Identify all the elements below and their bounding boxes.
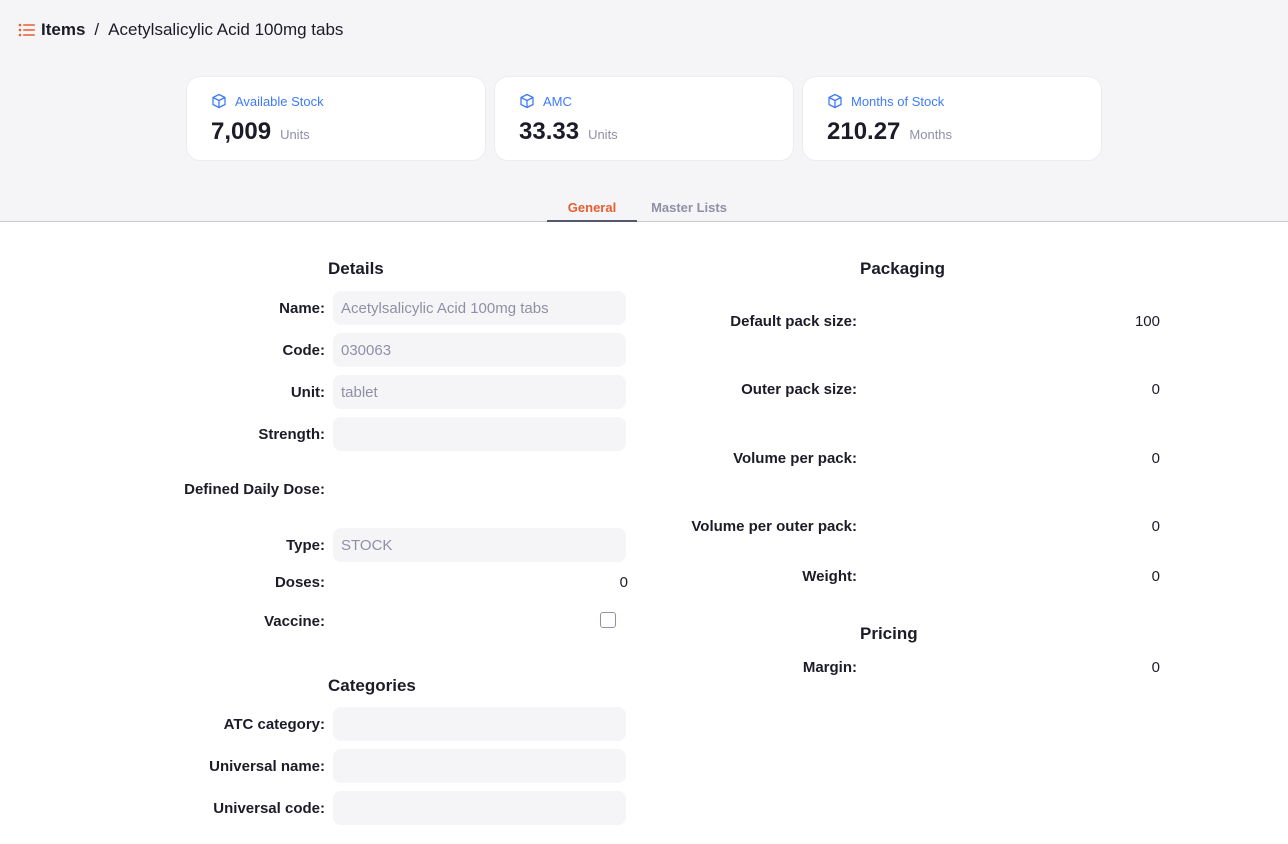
- volume-per-pack-label: Volume per pack:: [733, 450, 857, 467]
- tab-master-lists[interactable]: Master Lists: [637, 190, 741, 222]
- name-field[interactable]: [333, 291, 626, 325]
- atc-category-label: ATC category:: [223, 716, 325, 733]
- volume-per-outer-pack-value: 0: [1151, 518, 1160, 535]
- breadcrumb-current: Acetylsalicylic Acid 100mg tabs: [108, 20, 344, 39]
- stat-value: 7,009: [211, 118, 272, 145]
- stat-label: Available Stock: [235, 93, 324, 109]
- margin-label: Margin:: [802, 659, 857, 676]
- vaccine-checkbox[interactable]: [600, 612, 616, 628]
- strength-label: Strength:: [258, 426, 325, 443]
- vaccine-label: Vaccine:: [264, 613, 325, 630]
- breadcrumb-items-link[interactable]: Items: [41, 20, 85, 40]
- unit-field[interactable]: [333, 375, 626, 409]
- header-area: Items / Acetylsalicylic Acid 100mg tabs …: [0, 0, 1288, 222]
- box-icon: [212, 93, 226, 109]
- outer-pack-size-value: 0: [1151, 381, 1160, 398]
- stat-unit: Units: [588, 127, 618, 142]
- unit-label: Unit:: [290, 384, 325, 401]
- doses-label: Doses:: [274, 574, 325, 591]
- tab-bar: General Master Lists: [547, 190, 741, 222]
- tab-general[interactable]: General: [547, 190, 637, 222]
- universal-name-field[interactable]: [333, 749, 626, 783]
- default-pack-size-value: 100: [1134, 313, 1160, 330]
- stat-card-amc: AMC 33.33 Units: [494, 76, 794, 161]
- strength-field[interactable]: [333, 417, 626, 451]
- outer-pack-size-label: Outer pack size:: [741, 381, 857, 398]
- universal-code-field[interactable]: [333, 791, 626, 825]
- stat-card-available-stock: Available Stock 7,009 Units: [186, 76, 486, 161]
- details-title: Details: [328, 259, 384, 278]
- doses-value: 0: [619, 574, 628, 591]
- stat-card-months-of-stock: Months of Stock 210.27 Months: [802, 76, 1102, 161]
- type-label: Type:: [286, 537, 325, 554]
- weight-label: Weight:: [802, 568, 857, 585]
- name-label: Name:: [279, 300, 325, 317]
- stat-unit: Units: [280, 127, 310, 142]
- volume-per-outer-pack-label: Volume per outer pack:: [691, 518, 857, 535]
- categories-title: Categories: [328, 676, 416, 695]
- default-pack-size-label: Default pack size:: [730, 313, 857, 330]
- atc-category-field[interactable]: [333, 707, 626, 741]
- breadcrumb-separator: /: [94, 20, 100, 39]
- stat-unit: Months: [909, 127, 953, 142]
- list-menu-icon[interactable]: [17, 20, 37, 40]
- code-field[interactable]: [333, 333, 626, 367]
- breadcrumb: Items / Acetylsalicylic Acid 100mg tabs: [17, 18, 343, 42]
- weight-value: 0: [1151, 568, 1160, 585]
- code-label: Code:: [282, 342, 326, 359]
- volume-per-pack-value: 0: [1151, 450, 1160, 467]
- box-icon: [828, 93, 842, 109]
- margin-value: 0: [1151, 659, 1160, 676]
- type-field[interactable]: [333, 528, 626, 562]
- stats-cards: Available Stock 7,009 Units AMC 33.33 Un…: [186, 76, 1110, 161]
- packaging-title: Packaging: [860, 259, 946, 278]
- ddd-label: Defined Daily Dose:: [184, 481, 325, 498]
- box-icon: [520, 93, 534, 109]
- pricing-title: Pricing: [860, 624, 918, 643]
- universal-code-label: Universal code:: [213, 800, 325, 817]
- universal-name-label: Universal name:: [209, 758, 325, 775]
- stat-label: AMC: [543, 93, 572, 109]
- stat-value: 33.33: [519, 118, 580, 145]
- stat-label: Months of Stock: [851, 93, 945, 109]
- stat-value: 210.27: [827, 118, 901, 145]
